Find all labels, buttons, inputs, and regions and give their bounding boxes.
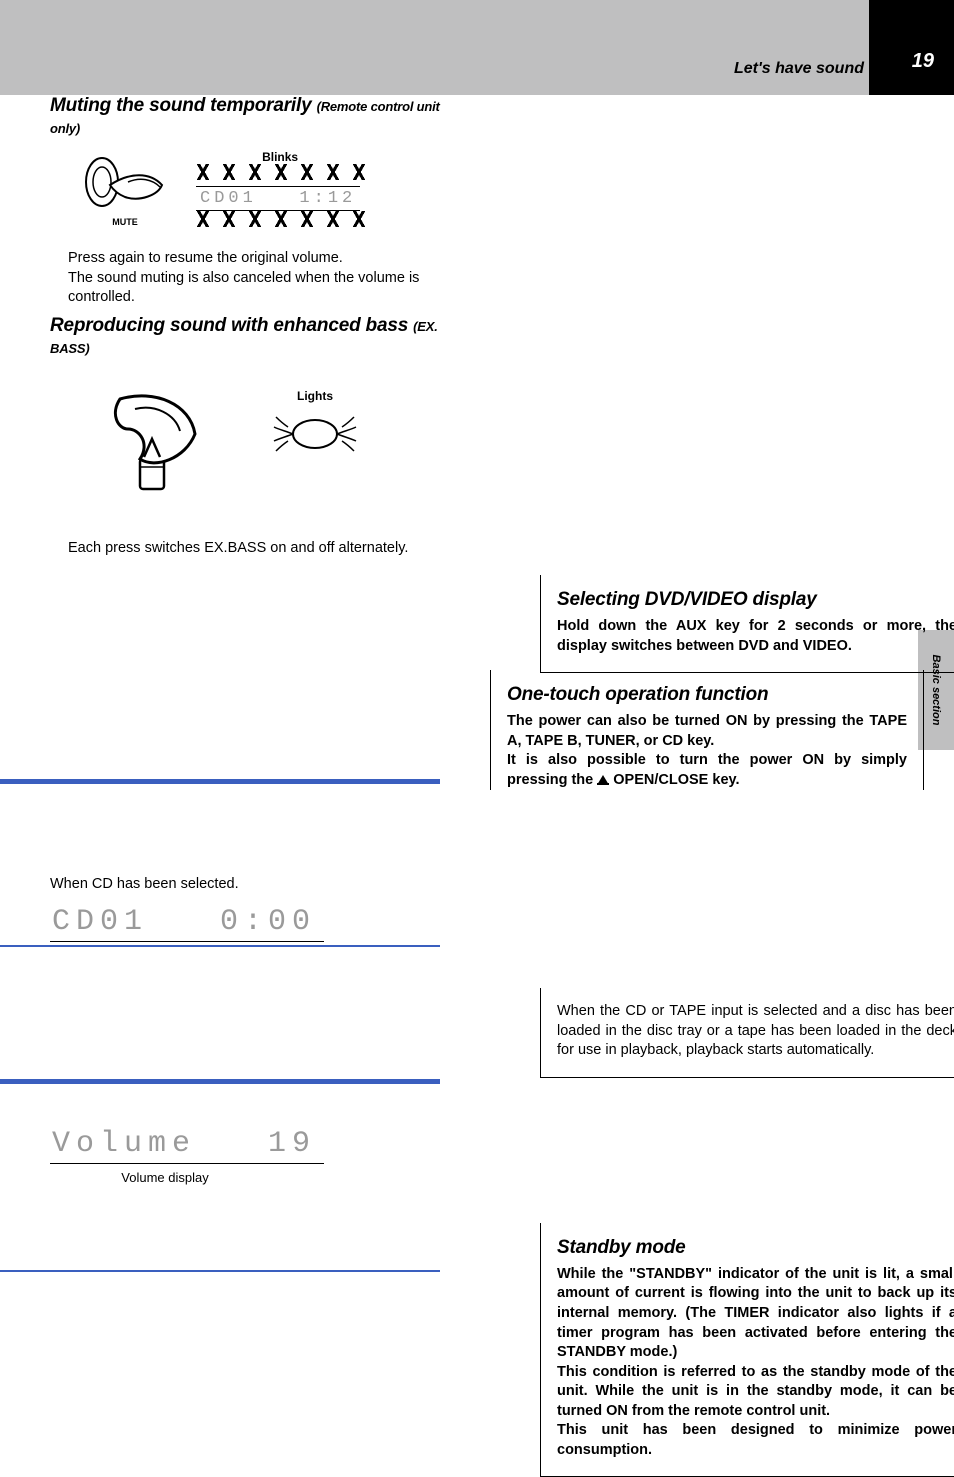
- blinks-label: Blinks: [190, 150, 370, 164]
- heading-standby: Standby mode: [557, 1237, 954, 1259]
- eject-icon-bar: [597, 783, 609, 785]
- heading-muting: Muting the sound temporarily (Remote con…: [50, 95, 450, 139]
- heading-muting-main: Muting the sound temporarily: [50, 95, 311, 116]
- mute-label: MUTE: [80, 217, 170, 227]
- heading-dvd: Selecting DVD/VIDEO display: [557, 589, 954, 611]
- divider-blue: [0, 945, 440, 947]
- header-band: 19 Let's have sound: [0, 0, 954, 95]
- cd-selected-intro: When CD has been selected.: [50, 875, 450, 895]
- blink-icon: CD01 1:12: [190, 164, 370, 227]
- dvd-body: Hold down the AUX key for 2 seconds or m…: [557, 617, 954, 656]
- divider-blue: [0, 779, 440, 784]
- standby-p3: This unit has been designed to minimize …: [557, 1421, 954, 1460]
- lcd-muting: CD01 1:12: [196, 186, 360, 211]
- page-number-patch: 19: [869, 0, 954, 95]
- breadcrumb: Let's have sound: [734, 60, 864, 78]
- muting-body: Press again to resume the original volum…: [50, 249, 450, 308]
- onetouch-p2b: OPEN/CLOSE key.: [609, 772, 739, 788]
- standby-p2: This condition is referred to as the sta…: [557, 1363, 954, 1422]
- standby-p1: While the "STANDBY" indicator of the uni…: [557, 1265, 954, 1363]
- lcd-cd-selected: CD01 0:00: [50, 905, 324, 942]
- press-button-icon: [100, 389, 210, 509]
- lights-label: Lights: [270, 389, 360, 403]
- ex-bass-indicator-icon: [270, 409, 360, 459]
- heading-bass: Reproducing sound with enhanced bass (EX…: [50, 315, 450, 359]
- bass-body: Each press switches EX.BASS on and off a…: [50, 539, 450, 559]
- volume-caption: Volume display: [50, 1170, 280, 1185]
- mute-button-icon: [80, 147, 170, 217]
- page-number: 19: [912, 50, 934, 73]
- divider-blue: [0, 1079, 440, 1084]
- heading-onetouch: One-touch operation function: [507, 684, 907, 706]
- lcd-volume: Volume 19: [50, 1127, 324, 1164]
- onetouch-p1: The power can also be turned ON by press…: [507, 712, 907, 751]
- onetouch-note: When the CD or TAPE input is selected an…: [557, 1002, 954, 1061]
- heading-bass-main: Reproducing sound with enhanced bass: [50, 315, 408, 336]
- onetouch-p2: It is also possible to turn the power ON…: [507, 751, 907, 790]
- divider-blue: [0, 1270, 440, 1272]
